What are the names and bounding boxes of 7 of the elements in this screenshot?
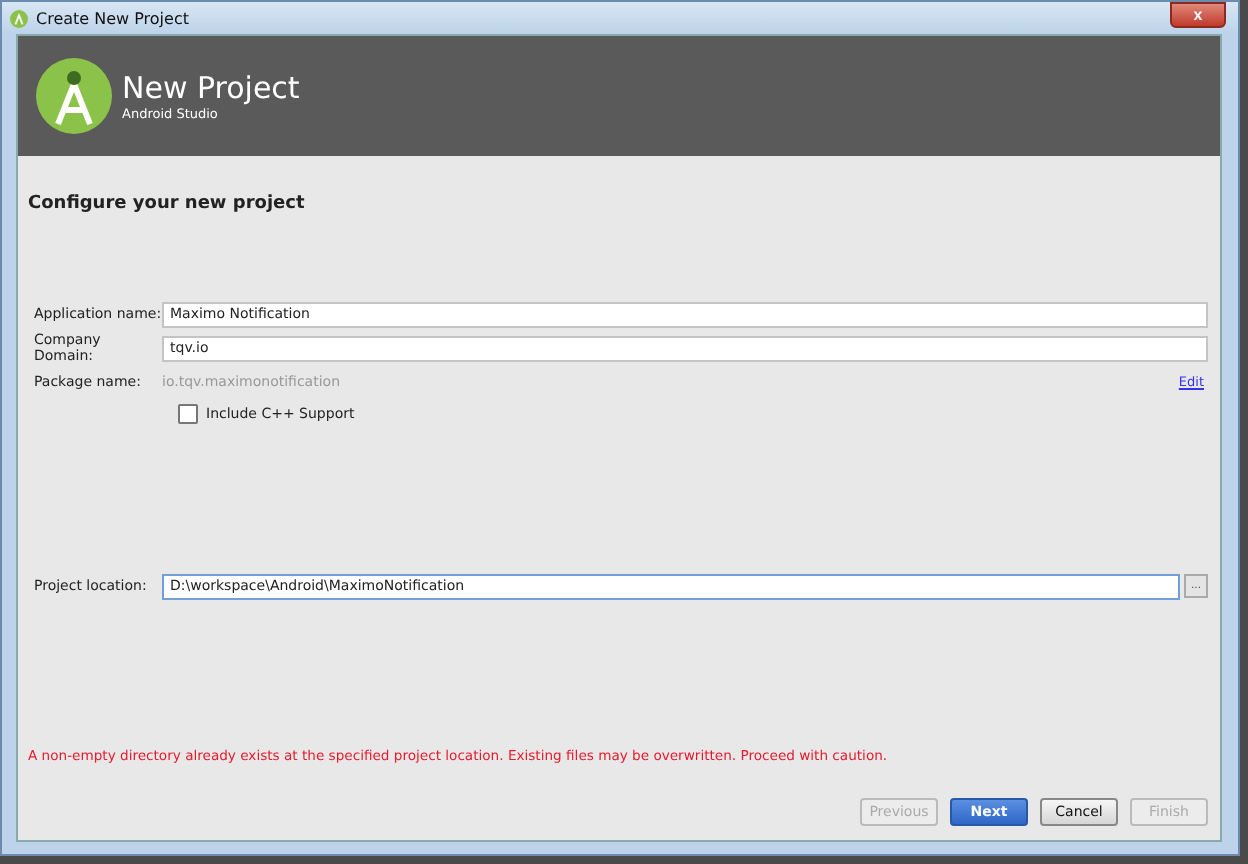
window-title: Create New Project (36, 9, 191, 27)
checkbox[interactable] (178, 404, 198, 424)
android-studio-logo-icon (34, 56, 114, 136)
page-title: Configure your new project (28, 194, 307, 214)
app-icon (10, 9, 28, 27)
header-title: New Project (122, 71, 300, 105)
close-button[interactable]: x (1170, 2, 1226, 28)
